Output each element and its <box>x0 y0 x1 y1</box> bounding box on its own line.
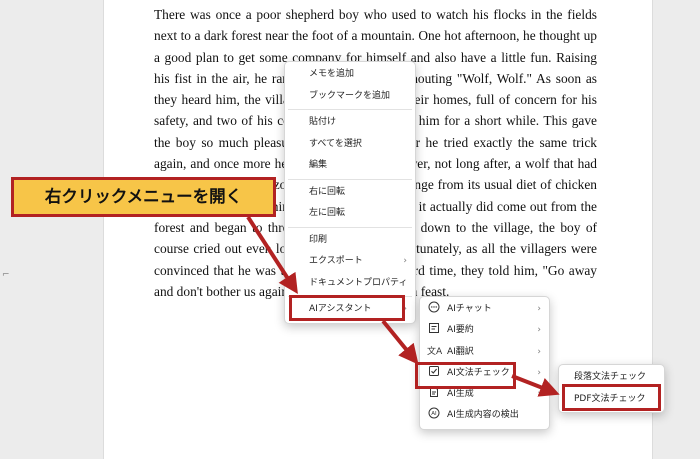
callout-open-context-menu: 右クリックメニューを開く <box>11 177 276 217</box>
arrow-callout-to-ai-assistant <box>246 215 298 295</box>
arrow-grammar-to-pdf-check <box>511 374 560 397</box>
annotation-arrows <box>246 215 560 397</box>
arrow-ai-assistant-to-grammar <box>381 319 419 365</box>
